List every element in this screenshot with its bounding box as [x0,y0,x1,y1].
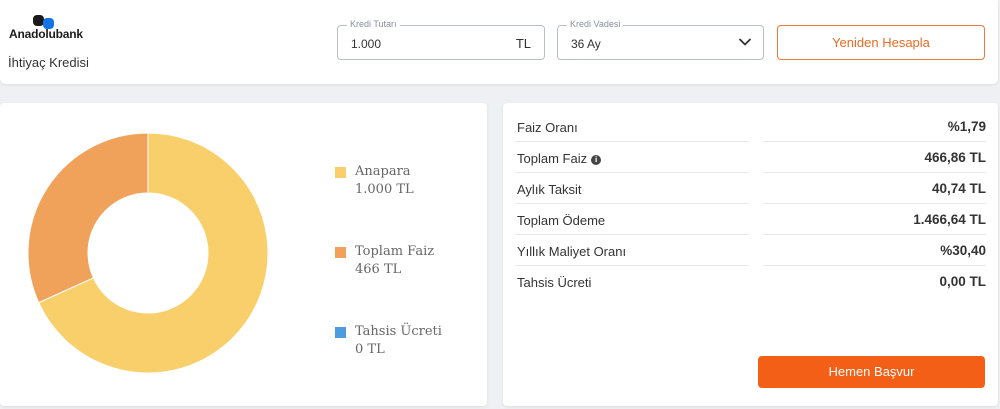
apply-now-button[interactable]: Hemen Başvur [758,356,985,388]
row-label: Faiz Oranı [517,120,578,135]
loan-summary: Faiz Oranı %1,79 Toplam Faiz i 466,86 TL … [503,103,998,406]
loan-amount-input[interactable]: 1.000 [351,37,381,51]
product-title: İhtiyaç Kredisi [8,55,89,70]
recalculate-button[interactable]: Yeniden Hesapla [777,25,985,60]
summary-row-total-interest: Toplam Faiz i 466,86 TL [515,142,986,173]
legend-value: 1.000 TL [355,182,414,197]
legend-swatch [335,247,346,258]
loan-term-value: 36 Ay [571,37,601,51]
legend-value: 466 TL [355,262,402,277]
donut-slice-toplam-faiz[interactable] [27,132,149,304]
row-label: Yıllık Maliyet Oranı [517,244,627,259]
loan-term-label: Kredi Vadesi [567,19,624,29]
row-value: %1,79 [947,119,986,134]
summary-row-monthly-installment: Aylık Taksit 40,74 TL [515,173,986,204]
summary-row-total-payment: Toplam Ödeme 1.466,64 TL [515,204,986,235]
calculator-header: Anadolubank İhtiyaç Kredisi Kredi Tutarı… [0,0,998,84]
legend-value: 0 TL [355,342,385,357]
loan-amount-label: Kredi Tutarı [347,19,400,29]
row-label: Tahsis Ücreti [517,275,592,290]
currency-unit: TL [515,36,531,51]
row-value: 1.466,64 TL [913,212,986,227]
loan-amount-field[interactable]: Kredi Tutarı 1.000 TL [337,19,545,60]
summary-row-interest-rate: Faiz Oranı %1,79 [515,111,986,142]
row-label: Toplam Ödeme [517,213,606,228]
legend-swatch [335,167,346,178]
loan-term-select[interactable]: Kredi Vadesi 36 Ay [557,19,764,60]
brand-name: Anadolubank [9,27,83,41]
chevron-down-icon[interactable] [738,35,752,49]
info-icon[interactable]: i [591,155,602,165]
summary-row-allocation-fee: Tahsis Ücreti 0,00 TL [515,266,986,297]
donut-chart [27,132,269,374]
legend-label: Anapara [355,164,411,179]
row-value: 0,00 TL [939,274,986,289]
payment-breakdown-chart: Anapara 1.000 TL Toplam Faiz 466 TL Tahs… [0,103,487,406]
row-label: Aylık Taksit [517,182,582,197]
legend-label: Tahsis Ücreti [355,324,442,339]
row-value: 40,74 TL [931,181,986,196]
row-value: 466,86 TL [924,150,986,165]
summary-row-annual-cost-rate: Yıllık Maliyet Oranı %30,40 [515,235,986,266]
row-label: Toplam Faiz [517,151,588,166]
row-label-wrap: Toplam Faiz i [517,151,602,166]
legend-label: Toplam Faiz [355,244,435,259]
row-value: %30,40 [940,243,986,258]
legend-swatch [335,327,346,338]
